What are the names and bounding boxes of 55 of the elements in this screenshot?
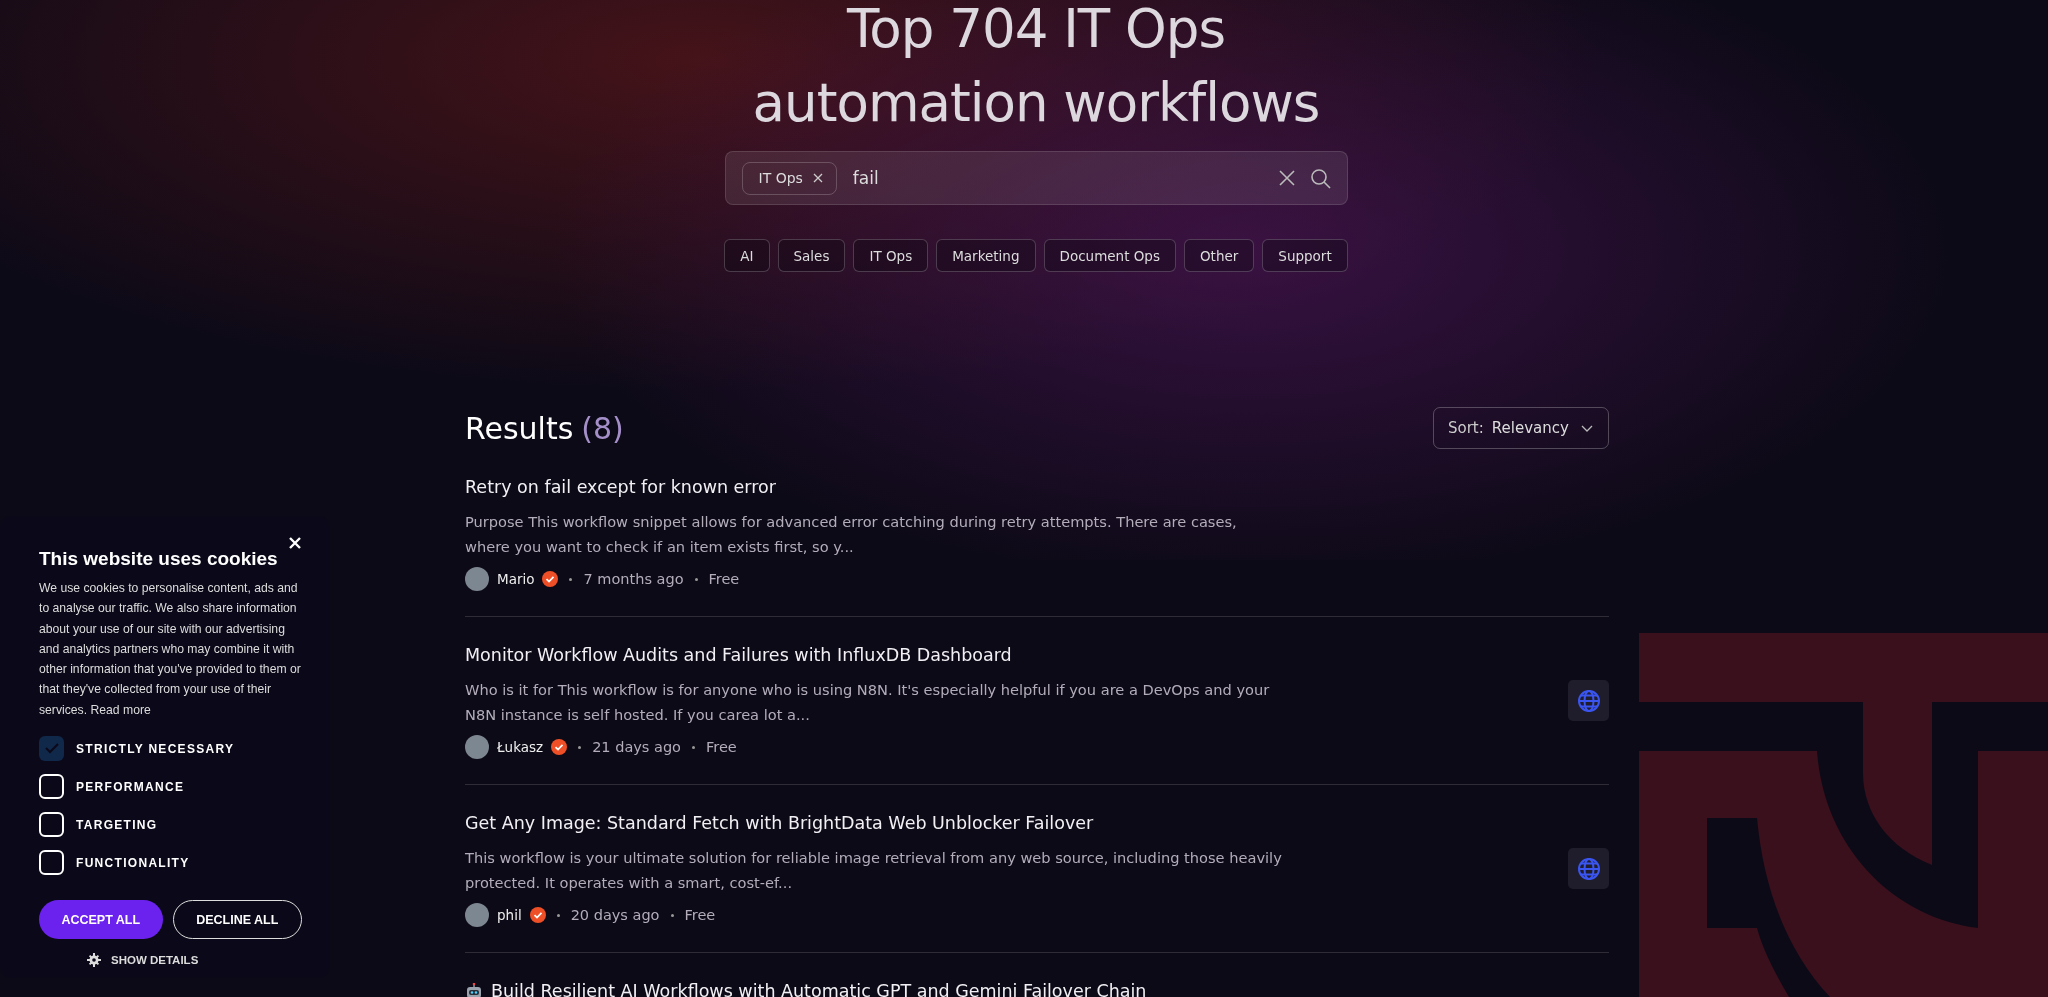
checkbox[interactable]	[39, 774, 64, 800]
workflow-description: Purpose This workflow snippet allows for advanced error catching during retry attempts. There are cases, where you want to check if an item exists first, so y...	[465, 512, 1238, 557]
search-field[interactable]: IT Ops fail	[724, 151, 1348, 205]
checkbox-label: FUNCTIONALITY	[76, 855, 190, 870]
author-name: Mario	[497, 571, 535, 587]
price-label: Free	[684, 907, 716, 923]
posted-time: 20 days ago	[570, 907, 660, 923]
category-button[interactable]: Marketing	[936, 239, 1036, 272]
checkbox[interactable]	[39, 850, 64, 876]
results-count: (8)	[581, 410, 624, 446]
cookie-description: We use cookies to personalise content, ads and to analyse our traffic. We also share information about your use of our site with our advertising and analytics partners who may combine it with other information that you've provided to them or that they've collected from your use of their services. Read more	[39, 580, 302, 719]
checkbox[interactable]	[39, 812, 64, 838]
gear-icon	[87, 953, 101, 968]
category-button[interactable]: Sales	[777, 239, 846, 272]
clear-icon[interactable]	[1277, 169, 1296, 187]
globe-icon	[1576, 856, 1601, 881]
workflow-title[interactable]: Monitor Workflow Audits and Failures with InfluxDB Dashboard	[465, 642, 1012, 668]
checkbox[interactable]	[39, 736, 64, 762]
avatar	[465, 567, 489, 591]
category-button[interactable]: IT Ops	[853, 239, 929, 272]
robot-icon	[465, 983, 483, 997]
close-icon[interactable]	[811, 172, 824, 184]
avatar	[465, 735, 489, 759]
category-button[interactable]: Document Ops	[1043, 239, 1176, 272]
workflow-description: This workflow is your ultimate solution for reliable image retrieval from any web source, including those heavily protected. It operates with a smart, cost-ef...	[465, 848, 1283, 893]
workflow-description: Who is it for This workflow is for anyone who is using N8N. It's especially helpful if you are a DevOps and your N8N instance is self hosted. If you carea lot a...	[465, 680, 1271, 725]
globe-icon	[1576, 688, 1601, 713]
posted-time: 21 days ago	[592, 739, 681, 755]
page-title: Top 704 IT Ops automation workflows	[752, 0, 1320, 135]
author-name: phil	[497, 907, 522, 923]
workflow-title[interactable]: Build Resilient AI Workflows with Automatic GPT and Gemini Failover Chain	[491, 978, 1147, 997]
check-icon	[44, 743, 59, 755]
category-button[interactable]: Other	[1183, 239, 1255, 272]
results-heading: Results	[465, 410, 574, 446]
checkbox-label: STRICTLY NECESSARY	[76, 741, 235, 756]
author-name: Łukasz	[497, 739, 544, 755]
price-label: Free	[708, 571, 740, 587]
caret-icon	[1580, 424, 1593, 432]
posted-time: 7 months ago	[583, 571, 684, 587]
category-button[interactable]: Support	[1262, 239, 1348, 272]
avatar	[465, 903, 489, 927]
filter-chip[interactable]: IT Ops	[741, 161, 837, 195]
checkbox-label: PERFORMANCE	[76, 779, 185, 794]
accept-button[interactable]: ACCEPT ALL	[39, 900, 163, 940]
price-label: Free	[706, 739, 737, 755]
search-icon[interactable]	[1309, 167, 1331, 189]
read-more-link[interactable]: Read more	[90, 702, 151, 717]
workflow-title[interactable]: Retry on fail except for known error	[465, 474, 776, 500]
show-details-button[interactable]: SHOW DETAILS	[87, 953, 199, 968]
close-icon[interactable]	[288, 536, 302, 550]
cookie-title: This website uses cookies	[39, 548, 278, 570]
category-button[interactable]: AI	[724, 239, 770, 272]
checkbox-label: TARGETING	[76, 817, 158, 832]
workflow-title[interactable]: Get Any Image: Standard Fetch with BrightData Web Unblocker Failover	[465, 810, 1094, 836]
sort-dropdown[interactable]: Sort: Relevancy	[1433, 407, 1609, 449]
